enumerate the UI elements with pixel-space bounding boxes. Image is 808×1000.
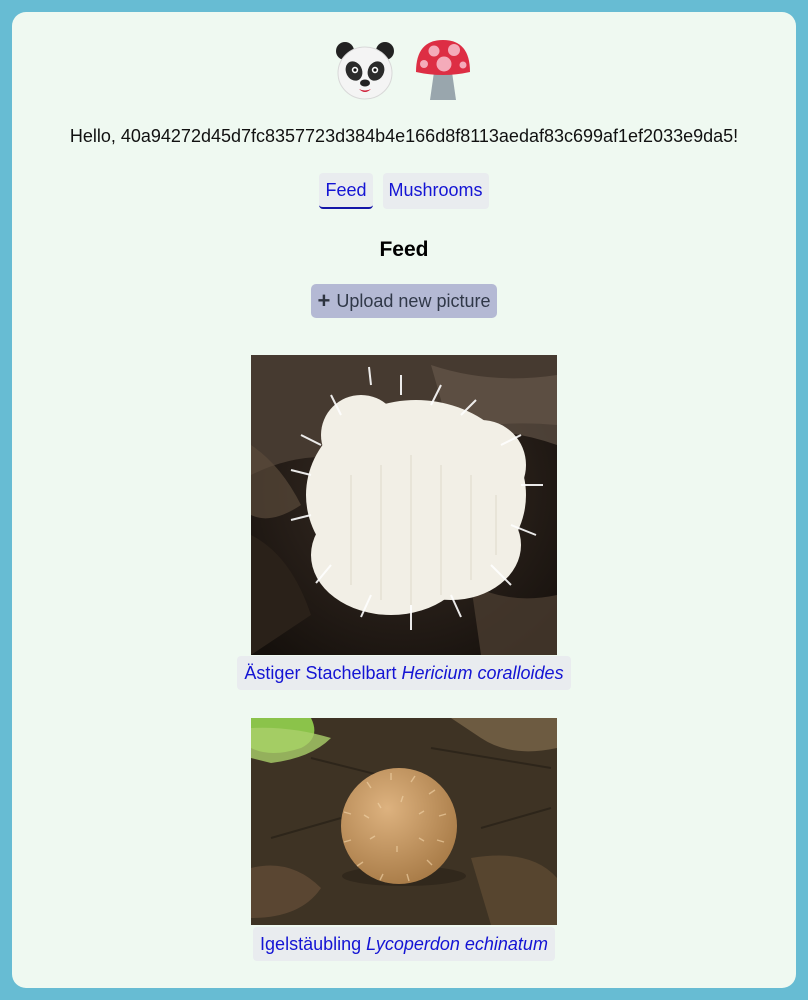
panda-icon	[336, 42, 394, 100]
upload-button-label: Upload new picture	[336, 290, 491, 311]
header-logos	[12, 38, 796, 102]
caption-row: Igelstäubling Lycoperdon echinatum	[12, 927, 796, 961]
mushroom-icon	[416, 40, 470, 100]
upload-row: + Upload new picture	[12, 284, 796, 318]
hericium-coralloides-photo[interactable]	[251, 355, 557, 655]
latin-name: Lycoperdon echinatum	[366, 934, 548, 954]
main-nav: Feed Mushrooms	[12, 173, 796, 209]
upload-new-picture-button[interactable]: + Upload new picture	[310, 284, 498, 318]
common-name: Ästiger Stachelbart	[244, 663, 397, 683]
latin-name: Hericium coralloides	[401, 663, 564, 683]
lycoperdon-echinatum-photo[interactable]	[251, 718, 557, 925]
page-title: Feed	[379, 238, 429, 261]
tab-feed[interactable]: Feed	[319, 173, 373, 209]
caption-row: Ästiger Stachelbart Hericium coralloides	[12, 656, 796, 690]
tab-mushrooms[interactable]: Mushrooms	[382, 173, 489, 209]
plus-icon: +	[317, 288, 331, 313]
greeting-text: Hello, 40a94272d45d7fc8357723d384b4e166d…	[69, 126, 739, 146]
post-caption-link[interactable]: Igelstäubling Lycoperdon echinatum	[253, 927, 555, 961]
post-caption-link[interactable]: Ästiger Stachelbart Hericium coralloides	[237, 656, 571, 690]
common-name: Igelstäubling	[260, 934, 362, 954]
app-frame: Hello, 40a94272d45d7fc8357723d384b4e166d…	[12, 12, 796, 988]
